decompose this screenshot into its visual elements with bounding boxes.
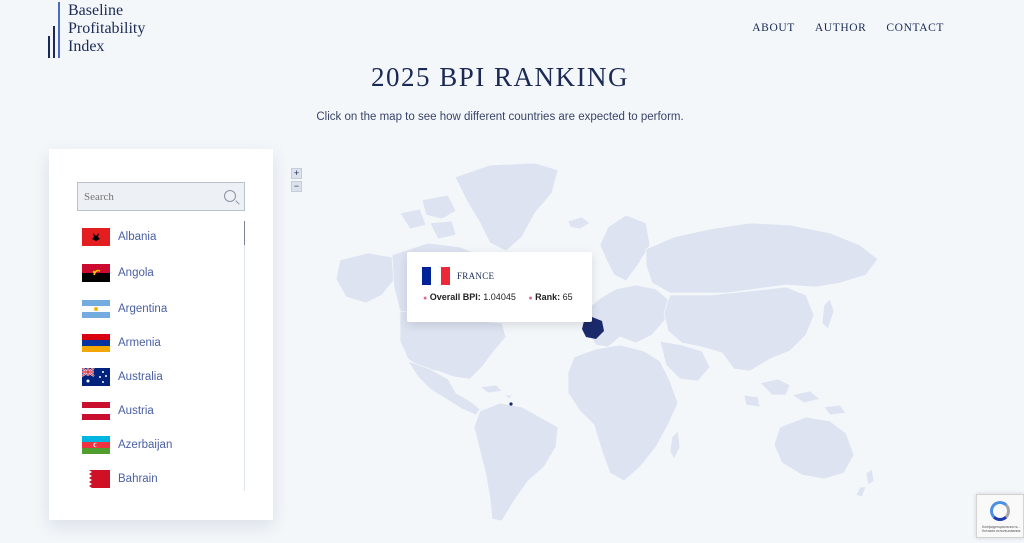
australia-flag-icon: [82, 368, 110, 386]
country-name: Angola: [118, 267, 154, 279]
map-region-french-guiana[interactable]: [509, 402, 513, 406]
recaptcha-badge[interactable]: Конфиденциальность - Условия использован…: [976, 494, 1024, 538]
page-title: 2025 BPI RANKING: [370, 62, 629, 92]
country-item-azerbaijan[interactable]: Azerbaijan: [82, 436, 172, 454]
map-region-caribbean[interactable]: [478, 384, 513, 400]
brand-name: Baseline Profitability Index: [68, 2, 145, 56]
recaptcha-text: Конфиденциальность - Условия использован…: [981, 525, 1021, 533]
nav-author[interactable]: AUTHOR: [815, 22, 867, 34]
map-region-southeast-asia[interactable]: [743, 378, 821, 408]
nav-contact[interactable]: CONTACT: [886, 22, 944, 34]
rank-value: 65: [562, 292, 573, 302]
country-name: Argentina: [118, 303, 168, 315]
search-icon[interactable]: [224, 190, 236, 202]
rank-label: Rank:: [535, 292, 561, 302]
country-name: Austria: [118, 405, 154, 417]
map-region-arctic-islands[interactable]: [399, 194, 457, 240]
country-name: Albania: [118, 231, 157, 243]
brand-line-3: Index: [68, 38, 105, 55]
map-region-africa[interactable]: [567, 344, 679, 482]
country-name: Armenia: [118, 337, 161, 349]
search-input[interactable]: [78, 183, 218, 210]
brand-line-2: Profitability: [68, 20, 146, 37]
bpi-value: 1.04045: [483, 292, 516, 302]
country-item-austria[interactable]: Austria: [82, 402, 154, 420]
zoom-in-button[interactable]: +: [291, 168, 302, 179]
nav-about[interactable]: ABOUT: [752, 22, 795, 34]
map-region-australia[interactable]: [773, 416, 855, 480]
country-item-angola[interactable]: Angola: [82, 264, 154, 282]
main-nav: ABOUT AUTHOR CONTACT: [752, 22, 944, 34]
tooltip-stats: ● Overall BPI: 1.04045 ● Rank: 65: [423, 292, 573, 302]
map-region-japan[interactable]: [821, 298, 835, 330]
country-list: Albania Angola Argentina Armenia Austral…: [77, 221, 245, 491]
brand-logo[interactable]: Baseline Profitability Index: [48, 2, 145, 58]
argentina-flag-icon: [82, 300, 110, 318]
list-scrollbar[interactable]: [244, 221, 245, 491]
austria-flag-icon: [82, 402, 110, 420]
map-region-russia[interactable]: [645, 222, 879, 294]
armenia-flag-icon: [82, 334, 110, 352]
country-item-bahrain[interactable]: Bahrain: [82, 470, 158, 488]
brand-line-1: Baseline: [68, 2, 124, 19]
map-region-madagascar[interactable]: [669, 430, 681, 460]
map-region-new-zealand[interactable]: [855, 468, 875, 498]
map-region-south-america[interactable]: [473, 402, 559, 522]
country-list-panel: Albania Angola Argentina Armenia: [49, 149, 273, 520]
country-tooltip: FRANCE ● Overall BPI: 1.04045 ● Rank: 65: [407, 252, 592, 322]
scrollbar-thumb[interactable]: [244, 221, 245, 245]
country-item-albania[interactable]: Albania: [82, 228, 156, 246]
albania-flag-icon: [82, 228, 110, 246]
azerbaijan-flag-icon: [82, 436, 110, 454]
country-name: Azerbaijan: [118, 439, 173, 451]
country-name: Australia: [118, 371, 163, 383]
country-item-armenia[interactable]: Armenia: [82, 334, 161, 352]
country-name: Bahrain: [118, 473, 158, 485]
page-subtitle: Click on the map to see how different co…: [316, 111, 684, 123]
recaptcha-icon: [990, 501, 1010, 521]
country-item-australia[interactable]: Australia: [82, 368, 163, 386]
logo-bars-icon: [48, 2, 62, 58]
search-box: [77, 182, 245, 211]
minus-icon: −: [293, 181, 300, 191]
map-region-iceland[interactable]: [567, 216, 591, 230]
country-item-argentina[interactable]: Argentina: [82, 300, 167, 318]
map-region-greenland[interactable]: [454, 162, 559, 252]
zoom-out-button[interactable]: −: [291, 181, 302, 192]
angola-flag-icon: [82, 264, 110, 282]
bahrain-flag-icon: [82, 470, 110, 488]
plus-icon: +: [293, 168, 300, 178]
map-region-scandinavia[interactable]: [599, 214, 651, 282]
world-map[interactable]: [330, 155, 890, 530]
map-region-png[interactable]: [823, 404, 847, 416]
france-flag-icon: [422, 267, 450, 285]
map-region-alaska[interactable]: [335, 252, 395, 304]
bpi-label: Overall BPI:: [429, 292, 481, 302]
map-region-europe[interactable]: [585, 284, 671, 348]
tooltip-country-name: FRANCE: [457, 271, 495, 281]
